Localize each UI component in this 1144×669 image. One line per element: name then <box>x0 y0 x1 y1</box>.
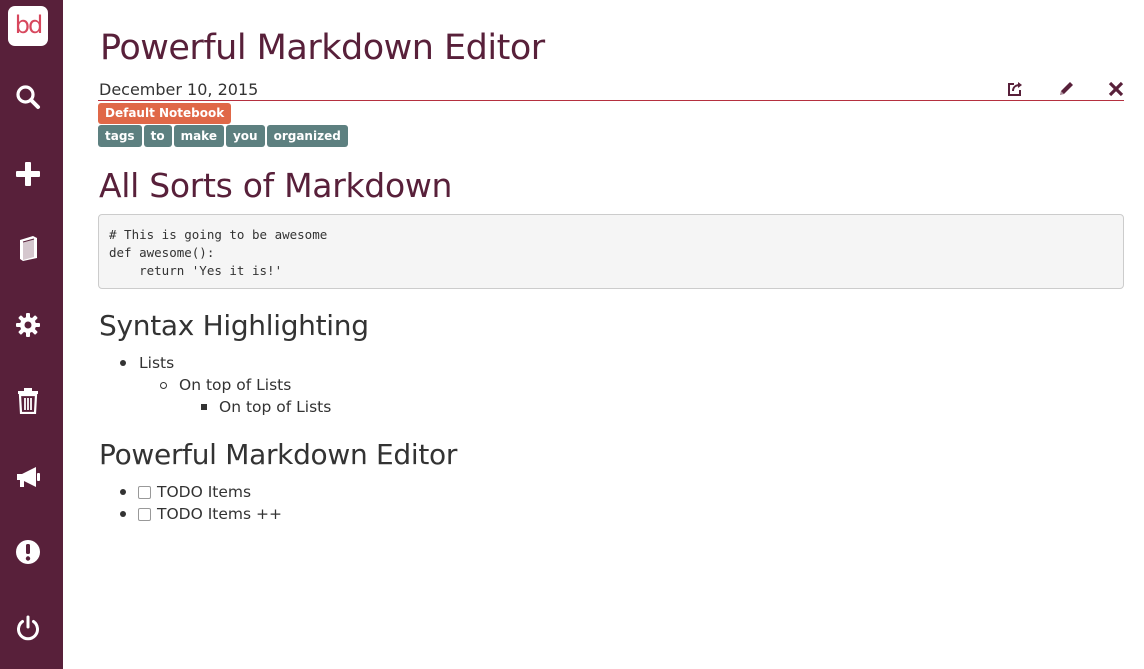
bullet-disc <box>120 511 126 517</box>
code-block: # This is going to be awesome def awesome… <box>98 214 1124 289</box>
sidebar: bd <box>0 0 63 669</box>
share-icon[interactable] <box>1004 78 1026 100</box>
tag-badge[interactable]: you <box>225 125 265 147</box>
tag-badge[interactable]: to <box>143 125 172 147</box>
todo-label: TODO Items <box>157 483 252 501</box>
alert-icon[interactable] <box>10 534 46 570</box>
note-title: Powerful Markdown Editor <box>100 28 545 68</box>
tag-list: tags to make you organized <box>98 125 348 147</box>
list-item: On top of Lists <box>219 398 332 416</box>
bullet-square <box>201 404 207 410</box>
notebook-badge[interactable]: Default Notebook <box>98 103 232 124</box>
todo-checkbox[interactable] <box>138 486 151 499</box>
content-heading-1: All Sorts of Markdown <box>99 166 453 205</box>
todo-checkbox[interactable] <box>138 508 151 521</box>
code-line: # This is going to be awesome <box>109 227 328 242</box>
content-heading-2: Syntax Highlighting <box>99 309 369 342</box>
bullet-disc <box>120 360 126 366</box>
close-icon[interactable] <box>1105 78 1127 100</box>
note-actions <box>98 78 1124 100</box>
code-line: return 'Yes it is!' <box>109 263 283 278</box>
code-line: def awesome(): <box>109 245 215 260</box>
plus-icon[interactable] <box>10 156 46 192</box>
tag-badge[interactable]: make <box>173 125 224 147</box>
search-icon[interactable] <box>10 79 46 115</box>
bullet-circle <box>160 382 167 389</box>
megaphone-icon[interactable] <box>10 459 46 495</box>
title-divider <box>98 100 1124 101</box>
edit-icon[interactable] <box>1055 78 1077 100</box>
notebook-icon[interactable] <box>10 230 46 266</box>
power-icon[interactable] <box>10 610 46 646</box>
list-item: Lists <box>139 354 175 372</box>
todo-label: TODO Items ++ <box>157 505 282 523</box>
logo-text: bd <box>14 11 44 39</box>
gear-icon[interactable] <box>10 307 46 343</box>
bullet-disc <box>120 489 126 495</box>
app-logo[interactable]: bd <box>8 6 48 46</box>
list-item: On top of Lists <box>179 376 292 394</box>
tag-badge[interactable]: organized <box>266 125 348 147</box>
trash-icon[interactable] <box>10 382 46 418</box>
content-heading-3: Powerful Markdown Editor <box>99 438 458 471</box>
tag-badge[interactable]: tags <box>98 125 142 147</box>
